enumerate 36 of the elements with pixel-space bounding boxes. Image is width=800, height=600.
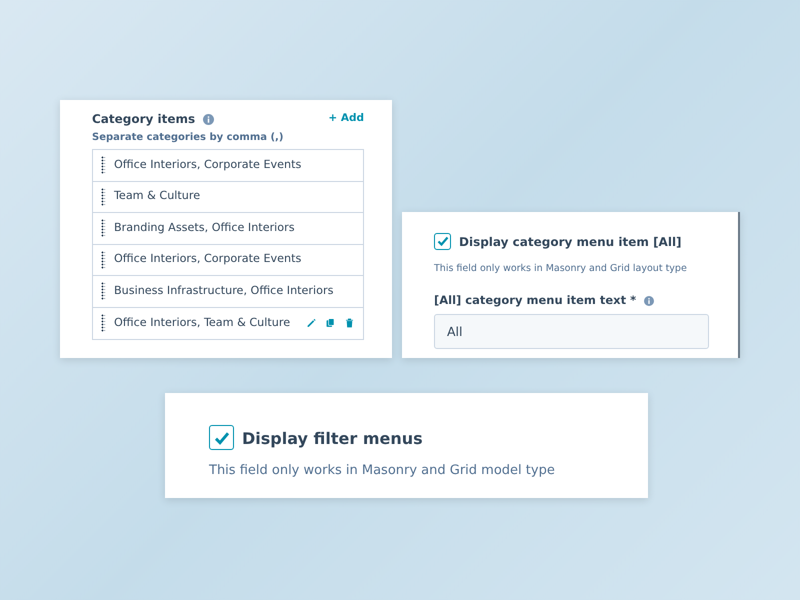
- item-text: Office Interiors, Team & Culture: [114, 314, 290, 331]
- drag-handle-icon[interactable]: [101, 250, 105, 269]
- checkbox-label: Display filter menus: [242, 428, 423, 450]
- drag-handle-icon[interactable]: [101, 219, 105, 238]
- checkbox[interactable]: [434, 232, 451, 250]
- drag-handle-icon[interactable]: [101, 156, 105, 174]
- add-link[interactable]: + Add: [328, 111, 364, 127]
- drag-handle-icon[interactable]: [101, 188, 105, 206]
- checkmark-icon: [214, 430, 230, 446]
- item-text: Office Interiors, Corporate Events: [114, 251, 302, 268]
- item-text: Office Interiors, Corporate Events: [114, 156, 302, 173]
- trash-icon[interactable]: [344, 317, 355, 330]
- list-item[interactable]: Office Interiors, Team & Culture: [93, 308, 363, 339]
- list-item[interactable]: Business Infrastructure, Office Interiors: [93, 276, 363, 308]
- list-item[interactable]: Office Interiors, Corporate Events: [93, 150, 363, 182]
- hint-text: Separate categories by comma (,): [92, 131, 284, 145]
- list-item[interactable]: Branding Assets, Office Interiors: [93, 213, 363, 244]
- info-icon[interactable]: [644, 296, 654, 306]
- list-item[interactable]: Team & Culture: [93, 182, 363, 213]
- drag-handle-icon[interactable]: [101, 314, 105, 332]
- help-text: This field only works in Masonry and Grid layout type: [434, 262, 688, 276]
- checkbox-label: Display category menu item [All]: [459, 234, 682, 251]
- item-text: Branding Assets, Office Interiors: [114, 220, 295, 236]
- item-text: Team & Culture: [114, 188, 200, 204]
- checkbox[interactable]: [209, 425, 234, 450]
- pencil-icon[interactable]: [306, 317, 317, 330]
- help-text: This field only works in Masonry and Grid model type: [209, 462, 556, 480]
- copy-icon[interactable]: [325, 317, 336, 330]
- field-label: [All] category menu item text *: [434, 292, 636, 310]
- list-item[interactable]: Office Interiors, Corporate Events: [93, 244, 363, 276]
- drag-handle-icon[interactable]: [101, 282, 105, 300]
- section-title: Category items: [92, 111, 196, 128]
- info-icon[interactable]: [203, 114, 214, 124]
- checkmark-icon: [436, 235, 448, 247]
- input-field[interactable]: All: [434, 314, 709, 348]
- item-text: Business Infrastructure, Office Interiors: [114, 282, 334, 299]
